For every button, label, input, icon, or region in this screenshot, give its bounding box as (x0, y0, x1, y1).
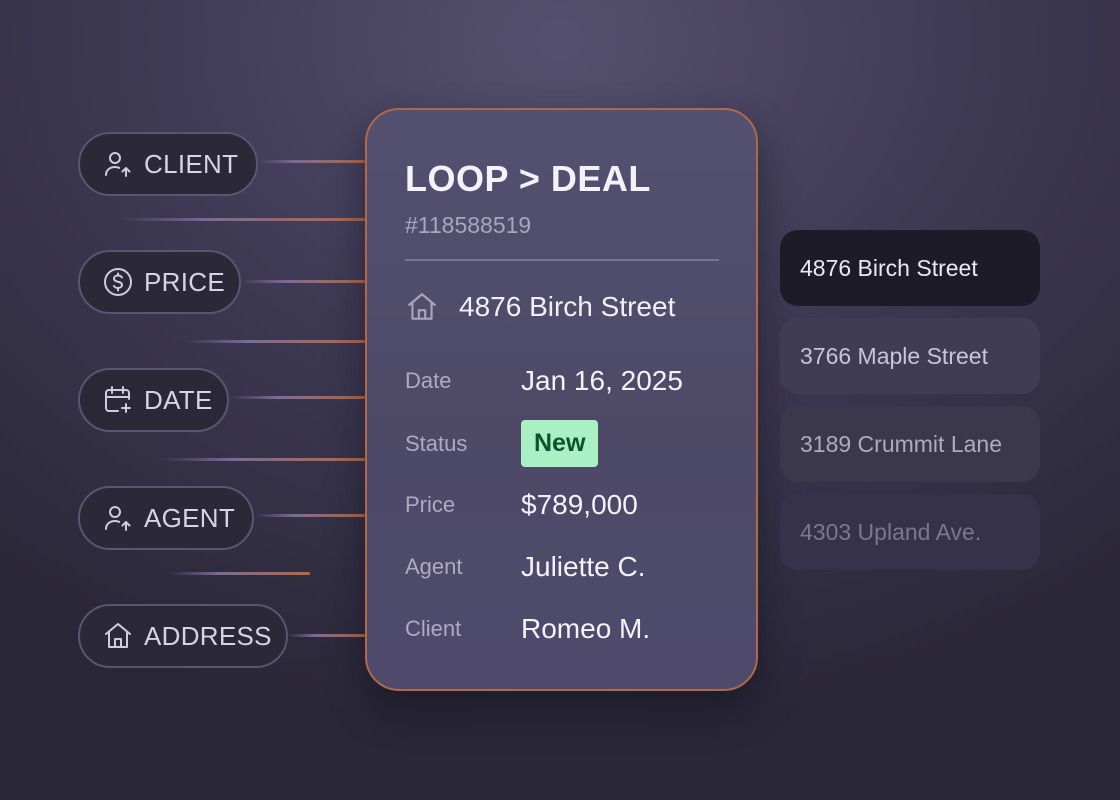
user-up-icon (105, 506, 131, 531)
dollar-circle-icon (104, 268, 132, 296)
detail-value: Juliette C. (521, 551, 646, 582)
detail-key: Price (405, 492, 456, 517)
home-icon (408, 293, 436, 320)
detail-value: Romeo M. (521, 613, 651, 644)
detail-row-date: Date Jan 16, 2025 (405, 365, 683, 397)
detail-value: $789,000 (521, 489, 638, 520)
address-option[interactable]: 3766 Maple Street (780, 318, 1040, 394)
detail-row-client: Client Romeo M. (405, 613, 650, 645)
field-label: AGENT (144, 502, 236, 533)
detail-key: Client (405, 616, 462, 641)
field-pill-address[interactable]: ADDRESS (78, 604, 288, 668)
connector-line (241, 280, 365, 283)
field-pill-price[interactable]: PRICE (78, 250, 241, 314)
address-text: 4876 Birch Street (459, 291, 676, 322)
detail-value: Jan 16, 2025 (521, 365, 683, 396)
status-badge: New (521, 420, 599, 467)
divider (405, 259, 719, 261)
address-option-selected[interactable]: 4876 Birch Street (780, 230, 1040, 306)
detail-key: Status (405, 430, 468, 456)
card-title: LOOP > DEAL (405, 158, 651, 199)
connector-line (288, 634, 365, 637)
field-label: CLIENT (144, 148, 239, 179)
deal-id: #118588519 (405, 212, 532, 238)
field-pill-date[interactable]: DATE (78, 368, 229, 432)
detail-row-status: Status New (405, 420, 599, 467)
card-address: 4876 Birch Street (405, 290, 675, 324)
connector-line (120, 218, 365, 221)
field-label: DATE (144, 384, 213, 415)
user-up-icon (105, 152, 131, 177)
connector-line (254, 514, 365, 517)
field-pill-agent[interactable]: AGENT (78, 486, 254, 550)
home-icon (105, 623, 131, 648)
field-label: ADDRESS (144, 620, 272, 651)
field-label: PRICE (144, 266, 225, 297)
connector-line (160, 458, 365, 461)
detail-key: Date (405, 368, 452, 393)
detail-key: Agent (405, 554, 463, 579)
address-option[interactable]: 3189 Crummit Lane (780, 406, 1040, 482)
connector-line (170, 572, 310, 575)
detail-row-price: Price $789,000 (405, 489, 638, 521)
detail-row-agent: Agent Juliette C. (405, 551, 646, 583)
connector-line (229, 396, 365, 399)
deal-card: LOOP > DEAL #118588519 4876 Birch Street… (365, 108, 758, 691)
address-option[interactable]: 4303 Upland Ave. (780, 494, 1040, 570)
calendar-plus-icon (105, 386, 131, 413)
field-pill-client[interactable]: CLIENT (78, 132, 258, 196)
connector-line (185, 340, 365, 343)
connector-line (258, 160, 365, 163)
